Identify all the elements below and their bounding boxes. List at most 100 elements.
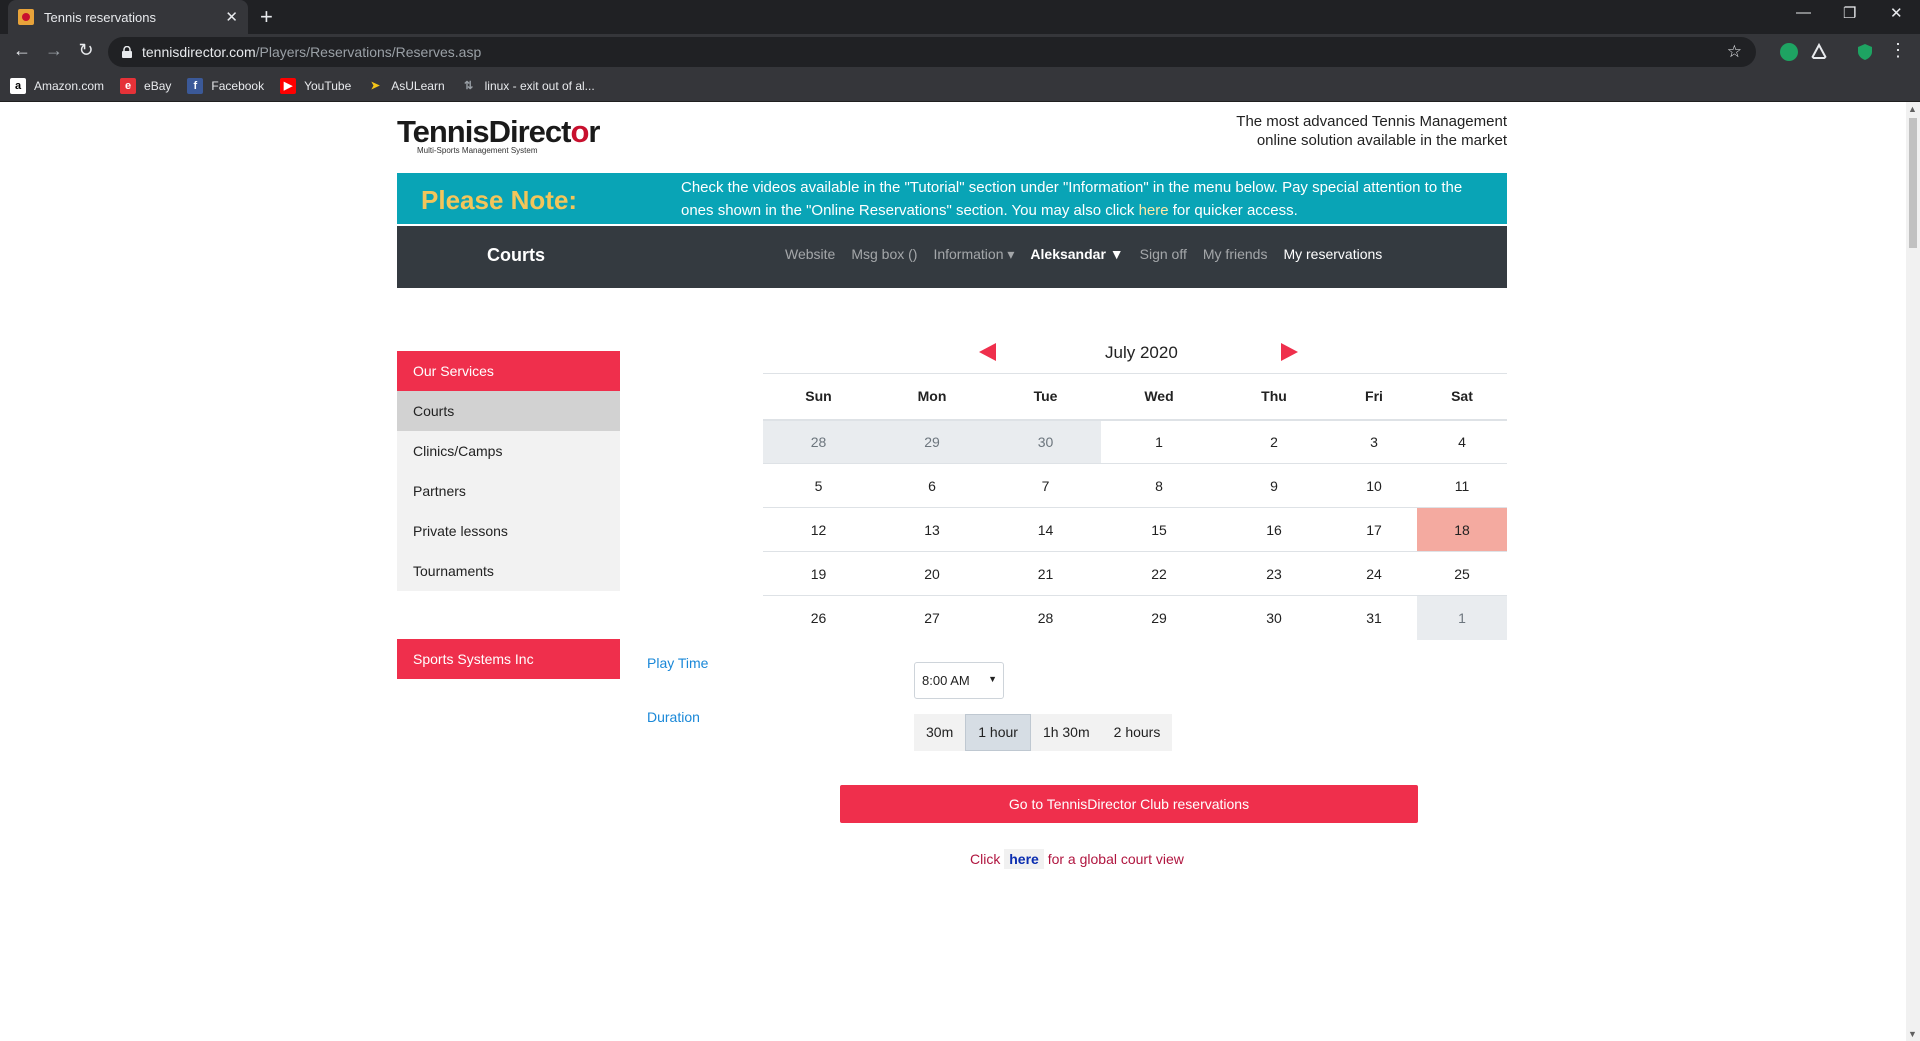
tab-close-icon[interactable]: ✕ [225,8,238,26]
nav-information-dropdown[interactable]: Information ▾ [933,246,1014,263]
calendar-day[interactable]: 1 [1101,419,1217,464]
bookmark-favicon-icon: ▶ [280,77,297,94]
duration-option[interactable]: 2 hours [1101,714,1173,751]
calendar-day[interactable]: 13 [874,507,990,552]
nav-website[interactable]: Website [785,246,835,263]
calendar-day[interactable]: 7 [990,463,1101,508]
sidebar-item-clinics-camps[interactable]: Clinics/Camps [397,431,620,471]
calendar-day[interactable]: 30 [1217,595,1331,640]
bookmark-item[interactable]: e eBay [120,77,171,94]
calendar-day[interactable]: 28 [990,595,1101,640]
calendar-day[interactable]: 16 [1217,507,1331,552]
calendar-day[interactable]: 5 [763,463,874,508]
calendar-week-row: 26 27 28 29 30 31 1 [763,595,1507,640]
extension-drive-icon[interactable] [1810,43,1828,61]
back-icon[interactable]: ← [10,40,34,61]
nav-links: Website Msg box () Information ▾ Aleksan… [785,246,1398,263]
bookmark-favicon-icon: e [120,77,137,94]
prev-month-icon[interactable] [979,343,996,361]
calendar-day[interactable]: 24 [1331,551,1417,596]
new-tab-button[interactable]: + [260,4,273,30]
calendar-day[interactable]: 22 [1101,551,1217,596]
calendar-day[interactable]: 26 [763,595,874,640]
sidebar-item-partners[interactable]: Partners [397,471,620,511]
bookmark-item[interactable]: ➤ AsULearn [367,77,445,94]
calendar-day[interactable]: 9 [1217,463,1331,508]
services-sidebar: Our Services Courts Clinics/Camps Partne… [397,351,620,679]
extension-adblock-icon[interactable] [1780,43,1798,61]
calendar-day[interactable]: 20 [874,551,990,596]
calendar-day[interactable]: 11 [1417,463,1507,508]
bookmark-item[interactable]: ⇅ linux - exit out of al... [460,77,595,94]
calendar-day[interactable]: 3 [1331,419,1417,464]
calendar-day-other-month[interactable]: 28 [763,419,874,464]
play-time-label: Play Time [647,655,709,671]
page-scrollbar[interactable]: ▲ ▼ [1906,102,1920,1041]
calendar-day-other-month[interactable]: 30 [990,419,1101,464]
nav-sign-off[interactable]: Sign off [1140,246,1187,263]
tennisdirector-logo[interactable]: TennisDirector Multi-Sports Management S… [397,114,601,155]
scrollbar-thumb[interactable] [1909,118,1917,248]
url-path: /Players/Reservations/Reserves.asp [255,44,482,60]
reservation-calendar: July 2020 Sun Mon Tue Wed Thu Fri Sat 28 29 30 1 2… [763,337,1507,640]
browser-tab-strip: Tennis reservations ✕ + — ❐ ✕ [0,0,1920,34]
calendar-day[interactable]: 17 [1331,507,1417,552]
close-window-button[interactable]: ✕ [1890,4,1903,22]
sidebar-item-courts[interactable]: Courts [397,391,620,431]
nav-user-dropdown[interactable]: Aleksandar ▼ [1030,246,1123,263]
bookmark-item[interactable]: ▶ YouTube [280,77,351,94]
next-month-icon[interactable] [1281,343,1298,361]
calendar-day[interactable]: 2 [1217,419,1331,464]
play-time-select[interactable]: 8:00 AM ▼ [914,662,1004,699]
page-content: TennisDirector Multi-Sports Management S… [0,102,1906,1041]
scroll-down-icon[interactable]: ▼ [1908,1029,1917,1039]
calendar-day[interactable]: 6 [874,463,990,508]
calendar-day-other-month[interactable]: 1 [1417,595,1507,640]
calendar-day[interactable]: 19 [763,551,874,596]
club-reservations-button[interactable]: Go to TennisDirector Club reservations [840,785,1418,823]
scroll-up-icon[interactable]: ▲ [1908,104,1917,114]
bookmark-item[interactable]: f Facebook [187,77,264,94]
global-view-here-link[interactable]: here [1004,849,1044,869]
calendar-day[interactable]: 25 [1417,551,1507,596]
calendar-day[interactable]: 10 [1331,463,1417,508]
sidebar-item-private-lessons[interactable]: Private lessons [397,511,620,551]
bookmark-favicon-icon: f [187,77,204,94]
duration-option[interactable]: 30m [914,714,966,751]
bookmark-item[interactable]: a Amazon.com [10,77,104,94]
note-here-link[interactable]: here [1139,202,1169,219]
calendar-day[interactable]: 15 [1101,507,1217,552]
duration-option[interactable]: 1 hour [965,714,1031,751]
nav-msgbox[interactable]: Msg box () [851,246,917,263]
calendar-week-row: 28 29 30 1 2 3 4 [763,419,1507,464]
minimize-button[interactable]: — [1796,4,1811,21]
nav-my-friends[interactable]: My friends [1203,246,1268,263]
calendar-day-other-month[interactable]: 29 [874,419,990,464]
weekday-header: Sat [1417,373,1507,421]
calendar-day[interactable]: 31 [1331,595,1417,640]
extension-shield-icon[interactable] [1856,43,1874,61]
calendar-day[interactable]: 21 [990,551,1101,596]
url-host: tennisdirector.com [142,44,256,60]
browser-menu-icon[interactable]: ⋮ [1886,40,1910,61]
sidebar-item-tournaments[interactable]: Tournaments [397,551,620,591]
duration-option[interactable]: 1h 30m [1030,714,1102,751]
weekday-header: Tue [990,373,1101,421]
calendar-day[interactable]: 12 [763,507,874,552]
address-bar[interactable]: tennisdirector.com/Players/Reservations/… [108,37,1756,67]
calendar-day[interactable]: 14 [990,507,1101,552]
calendar-day[interactable]: 23 [1217,551,1331,596]
navbar-brand[interactable]: Courts [487,245,545,266]
calendar-day[interactable]: 8 [1101,463,1217,508]
bookmark-star-icon[interactable]: ☆ [1727,42,1742,62]
browser-tab[interactable]: Tennis reservations ✕ [8,0,248,34]
calendar-day[interactable]: 18 [1417,507,1507,552]
sports-systems-link[interactable]: Sports Systems Inc [397,639,620,679]
nav-my-reservations[interactable]: My reservations [1283,246,1382,263]
calendar-day[interactable]: 27 [874,595,990,640]
calendar-day[interactable]: 4 [1417,419,1507,464]
reload-icon[interactable]: ↻ [74,40,98,61]
forward-icon[interactable]: → [42,40,66,61]
restore-button[interactable]: ❐ [1843,4,1856,22]
calendar-day[interactable]: 29 [1101,595,1217,640]
